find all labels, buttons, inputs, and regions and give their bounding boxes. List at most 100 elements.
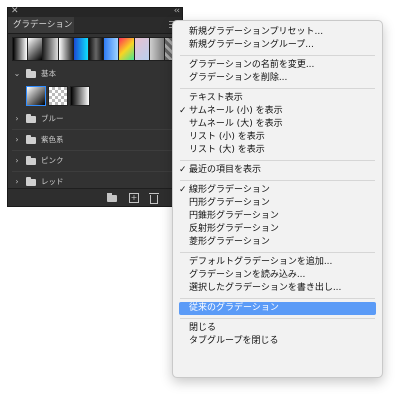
recent-gradients-strip [12,37,180,61]
menu-item[interactable]: 反射形グラデーション [173,223,382,236]
menu-separator [180,252,375,253]
gradient-group-label: 紫色系 [41,135,64,144]
menu-separator [180,298,375,299]
gradient-group-label: 基本 [41,69,56,78]
menu-item-label: 選択したグラデーションを書き出し... [189,283,342,293]
menu-item[interactable]: ✓ 最近の項目を表示 [173,164,382,177]
menu-item-label: 円形グラデーション [189,198,270,208]
panel-footer: + [8,188,182,206]
menu-item-label: グラデーションを削除... [189,73,288,83]
close-panel-icon[interactable]: ✕ [11,6,19,17]
menu-separator [180,88,375,89]
menu-item[interactable]: デフォルトグラデーションを追加... [173,256,382,269]
recent-gradient-swatch[interactable] [73,38,88,60]
recent-gradient-swatch[interactable] [58,38,73,60]
chevron-down-icon[interactable]: ⌄ [13,67,21,81]
tab-gradients[interactable]: グラデーション [8,17,74,33]
gradient-group-row[interactable]: › 紫色系 [13,133,177,147]
menu-item-label: 円錐形グラデーション [189,211,279,221]
new-group-folder-icon[interactable] [107,193,117,202]
menu-item-label: 最近の項目を表示 [189,165,262,175]
menu-item-label: 新規グラデーショングループ... [189,40,314,50]
trash-icon[interactable] [149,193,159,204]
menu-item-label: 閉じる [189,323,217,333]
menu-item[interactable]: 円形グラデーション [173,197,382,210]
recent-gradient-swatch[interactable] [149,38,164,60]
new-gradient-icon[interactable]: + [129,193,139,203]
menu-item[interactable]: グラデーションを削除... [173,72,382,85]
folder-icon [26,156,36,165]
menu-item-label: デフォルトグラデーションを追加... [189,257,333,267]
menu-item[interactable]: タブグループを閉じる [173,335,382,348]
menu-item[interactable]: グラデーションを読み込み... [173,269,382,282]
chevron-right-icon[interactable]: › [13,133,21,147]
folder-icon [26,69,36,78]
menu-separator [180,180,375,181]
gradient-group-label: ピンク [41,156,64,165]
menu-item-label: 新規グラデーションプリセット... [189,27,324,37]
checkmark-icon: ✓ [179,165,187,175]
gradient-group-row[interactable]: › ブルー [13,112,177,126]
menu-item-label: 菱形グラデーション [189,237,270,247]
menu-item-label: 線形グラデーション [189,185,270,195]
menu-item-label: サムネール (小) を表示 [189,106,283,116]
menu-item[interactable]: 新規グラデーションプリセット... [173,26,382,39]
group-divider [12,171,178,172]
gradient-group-row[interactable]: ⌄ 基本 [13,66,180,81]
checkmark-icon: ✓ [179,185,187,195]
menu-separator [180,318,375,319]
panel-title-bar[interactable]: ✕ ‹‹ [8,6,182,17]
recent-gradient-swatch[interactable] [43,38,58,60]
menu-separator [180,55,375,56]
chevron-right-icon[interactable]: › [13,175,21,189]
menu-item[interactable]: 選択したグラデーションを書き出し... [173,282,382,295]
gradients-panel: ✕ ‹‹ グラデーション ⌄ 基本 › ブルー › 紫色系 › ピンク › レッド + [7,6,183,207]
folder-icon [26,135,36,144]
menu-item[interactable]: ✓ 線形グラデーション [173,184,382,197]
menu-item-label: グラデーションの名前を変更... [189,60,315,70]
menu-item[interactable]: テキスト表示 [173,92,382,105]
gradient-group-row[interactable]: › ピンク [13,154,177,168]
menu-item[interactable]: ✓ サムネール (小) を表示 [173,105,382,118]
gradient-thumbnail[interactable] [26,86,46,106]
menu-item[interactable]: リスト (小) を表示 [173,131,382,144]
menu-item-label: サムネール (大) を表示 [189,119,283,129]
recent-gradient-swatch[interactable] [88,38,104,60]
menu-item-label: リスト (小) を表示 [189,132,265,142]
recent-gradient-swatch[interactable] [28,38,43,60]
recent-gradient-swatch[interactable] [13,38,28,60]
checkmark-icon: ✓ [179,106,187,116]
gradient-thumbnail[interactable] [70,86,90,106]
gradient-thumbnail[interactable] [48,86,68,106]
folder-icon [26,114,36,123]
gradient-group-label: レッド [41,177,64,186]
menu-item[interactable]: サムネール (大) を表示 [173,118,382,131]
menu-item[interactable]: グラデーションの名前を変更... [173,59,382,72]
recent-gradient-swatch[interactable] [104,38,119,60]
menu-item[interactable]: 従来のグラデーション [179,302,376,315]
panel-tab-bar: グラデーション [8,17,182,34]
menu-item[interactable]: 閉じる [173,322,382,335]
chevron-right-icon[interactable]: › [13,154,21,168]
chevron-right-icon[interactable]: › [13,112,21,126]
recent-gradient-swatch[interactable] [134,38,149,60]
menu-item[interactable]: 円錐形グラデーション [173,210,382,223]
gradient-group-row[interactable]: › レッド [13,175,177,189]
menu-item[interactable]: 菱形グラデーション [173,236,382,249]
recent-gradient-swatch[interactable] [119,38,134,60]
menu-item-label: 反射形グラデーション [189,224,279,234]
menu-item[interactable]: リスト (大) を表示 [173,144,382,157]
folder-icon [26,177,36,186]
panel-flyout-menu: 新規グラデーションプリセット... 新規グラデーショングループ... グラデーション… [172,20,383,378]
group-divider [12,150,178,151]
basic-gradient-thumbnails [26,86,90,106]
menu-item-label: 従来のグラデーション [189,303,279,313]
gradient-group-label: ブルー [41,114,64,123]
menu-item-label: タブグループを閉じる [189,336,279,346]
group-divider [12,129,178,130]
menu-separator [180,160,375,161]
menu-item-label: リスト (大) を表示 [189,145,265,155]
menu-item-label: グラデーションを読み込み... [189,270,306,280]
collapse-panel-icon[interactable]: ‹‹ [174,6,180,17]
menu-item[interactable]: 新規グラデーショングループ... [173,39,382,52]
